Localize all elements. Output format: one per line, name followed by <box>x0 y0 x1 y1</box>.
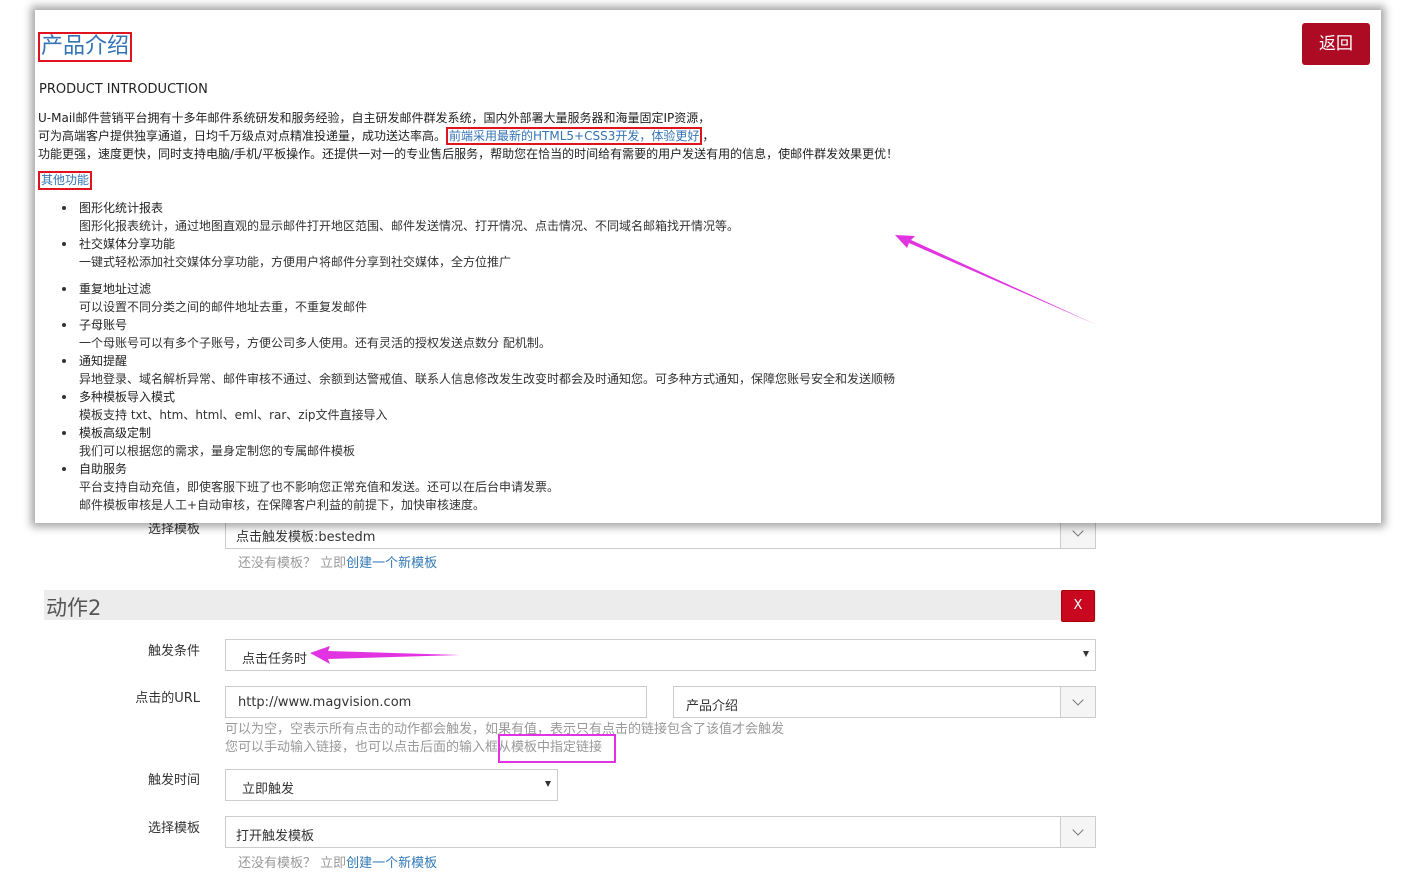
annotation-arrow-modal <box>895 235 1097 325</box>
product-intro-modal: 产品介绍 返回 PRODUCT INTRODUCTION U-Mail邮件营销平… <box>35 10 1381 523</box>
annotation-arrow-trigger <box>310 646 460 664</box>
